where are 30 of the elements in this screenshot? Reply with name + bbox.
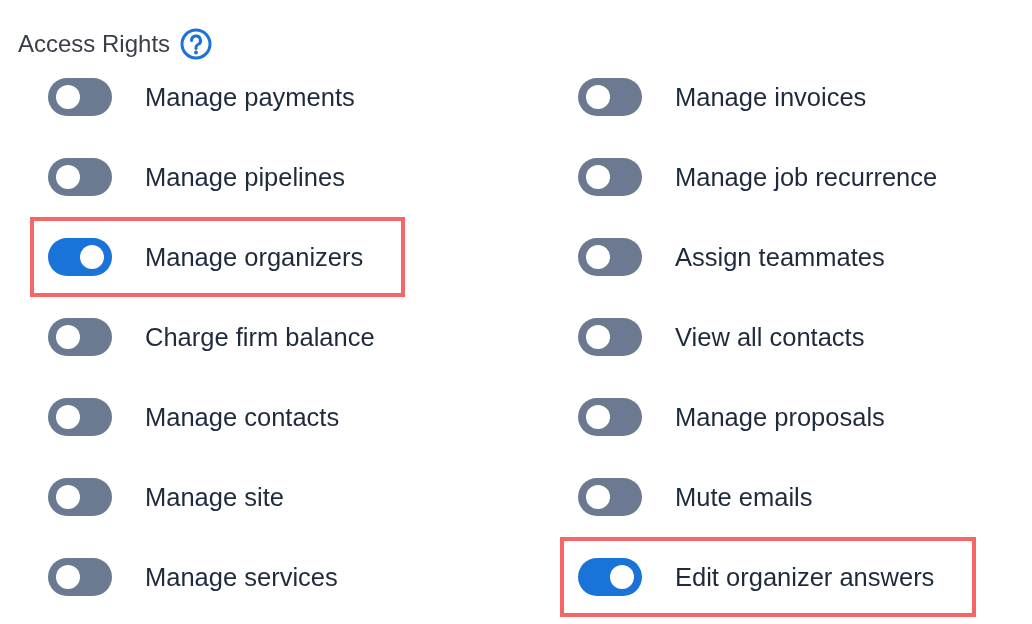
permission-label: Mute emails: [675, 482, 813, 512]
toggle-switch[interactable]: [48, 478, 112, 516]
permission-label: Manage job recurrence: [675, 162, 938, 192]
permission-label: Manage invoices: [675, 82, 867, 112]
toggle-switch[interactable]: [578, 318, 642, 356]
permission-label: Manage proposals: [675, 402, 885, 432]
toggle-switch[interactable]: [48, 318, 112, 356]
permission-label: Manage contacts: [145, 402, 340, 432]
toggle-switch[interactable]: [48, 158, 112, 196]
permission-label: Manage site: [145, 482, 284, 512]
toggle-switch[interactable]: [578, 78, 642, 116]
permission-label: Edit organizer answers: [675, 562, 935, 592]
permission-label: Manage services: [145, 562, 338, 592]
toggle-switch[interactable]: [48, 238, 112, 276]
permission-label: Manage pipelines: [145, 162, 345, 192]
toggle-switch[interactable]: [48, 398, 112, 436]
permission-label: View all contacts: [675, 322, 865, 352]
toggle-switch[interactable]: [48, 558, 112, 596]
help-icon[interactable]: [180, 28, 213, 60]
toggle-switch[interactable]: [578, 238, 642, 276]
permission-label: Charge firm balance: [145, 322, 375, 352]
toggle-switch[interactable]: [578, 398, 642, 436]
section-title: Access Rights: [18, 30, 171, 58]
permission-label: Manage organizers: [145, 242, 364, 272]
toggle-switch[interactable]: [48, 78, 112, 116]
permission-label: Manage payments: [145, 82, 355, 112]
permission-label: Assign teammates: [675, 242, 885, 272]
toggle-switch[interactable]: [578, 558, 642, 596]
toggle-switch[interactable]: [578, 478, 642, 516]
toggle-switch[interactable]: [578, 158, 642, 196]
